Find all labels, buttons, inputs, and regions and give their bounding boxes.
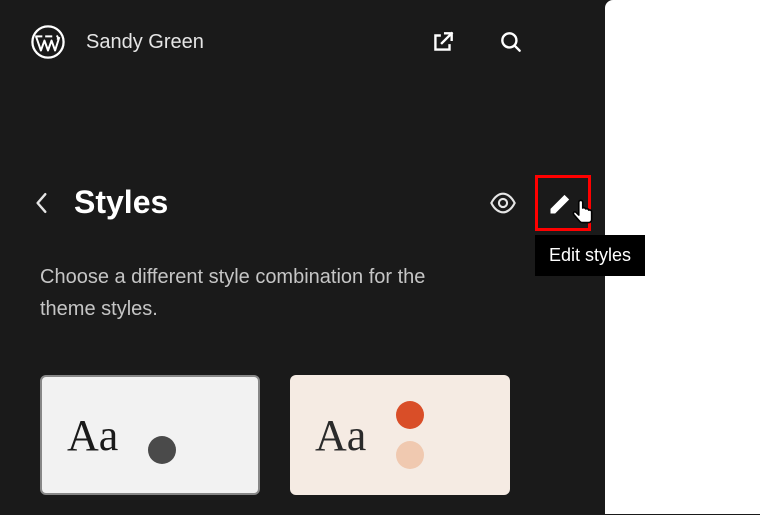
color-swatches	[396, 401, 424, 469]
style-book-icon[interactable]	[489, 189, 517, 217]
style-preview-text: Aa	[315, 410, 366, 461]
panel-header-actions: Edit styles	[489, 189, 575, 217]
edit-styles-button[interactable]	[547, 189, 575, 217]
panel-header: Styles Edit	[0, 84, 605, 241]
color-swatch-orange	[396, 401, 424, 429]
edit-styles-tooltip: Edit styles	[535, 235, 645, 276]
top-bar: Sandy Green	[0, 0, 605, 84]
search-icon[interactable]	[497, 28, 525, 56]
style-variations-grid: Aa Aa	[0, 355, 605, 515]
wordpress-logo-icon[interactable]	[30, 24, 66, 60]
style-preview-text: Aa	[67, 410, 118, 461]
site-editor-sidebar: Sandy Green Styles	[0, 0, 605, 514]
color-swatches	[148, 436, 176, 464]
style-variation-default[interactable]: Aa	[40, 375, 260, 495]
style-variation-warm[interactable]: Aa	[290, 375, 510, 495]
site-title[interactable]: Sandy Green	[86, 31, 409, 54]
back-button[interactable]	[30, 191, 54, 215]
panel-description: Choose a different style combination for…	[0, 241, 520, 355]
top-actions	[429, 28, 525, 56]
color-swatch-dark	[148, 436, 176, 464]
view-site-icon[interactable]	[429, 28, 457, 56]
edit-styles-wrapper: Edit styles	[547, 189, 575, 217]
color-swatch-peach	[396, 441, 424, 469]
panel-title: Styles	[74, 184, 469, 221]
